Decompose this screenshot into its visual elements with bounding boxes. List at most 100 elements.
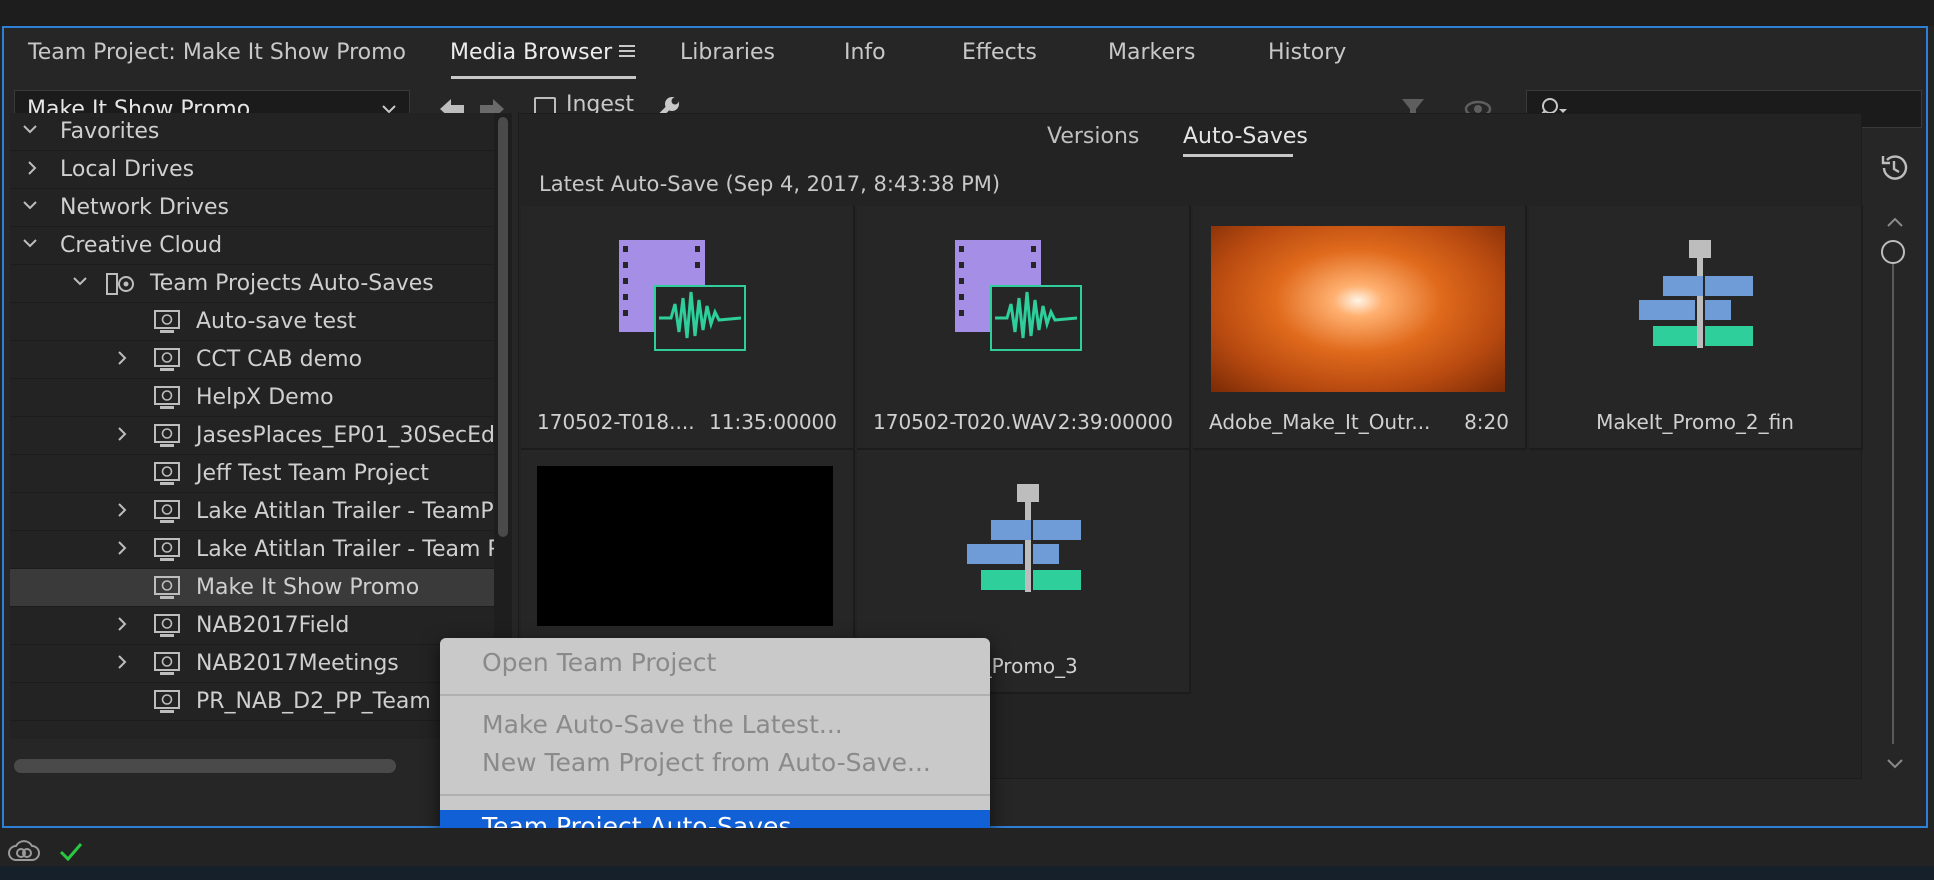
location-tree[interactable]: Favorites Local Drives Network Drives Cr… [10,113,494,739]
tree-label: Network Drives [60,195,229,220]
tab-effects[interactable]: Effects [962,40,1037,65]
chevron-down-icon[interactable] [22,193,38,225]
window-bottom-strip [0,866,1934,880]
tree-item-network-drives[interactable]: Network Drives [10,189,494,227]
creative-cloud-icon[interactable] [8,840,40,868]
tree-item-project[interactable]: Jeff Test Team Project [10,455,494,493]
team-project-folder-icon [106,272,134,295]
tree-item-project[interactable]: HelpX Demo [10,379,494,417]
item-duration: 8:20 [1464,410,1509,434]
tree-item-project[interactable]: PR_NAB_D2_PP_Team [10,683,494,721]
video-thumbnail [1211,226,1505,392]
tree-item-project[interactable]: NAB2017Meetings [10,645,494,683]
tree-label: NAB2017Meetings [196,651,399,676]
chevron-down-icon[interactable] [22,231,38,263]
sequence-icon [967,484,1083,598]
team-project-icon [154,424,180,447]
checkmark-icon [58,840,84,868]
tab-libraries[interactable]: Libraries [680,40,775,65]
context-menu: Open Team Project Make Auto-Save the Lat… [440,638,990,854]
zoom-slider-track[interactable] [1892,244,1894,744]
tree-label: Jeff Test Team Project [196,461,429,486]
item-duration: 11:35:00000 [709,410,837,434]
active-tab-indicator [451,76,636,79]
menu-item-make-auto-save-latest[interactable]: Make Auto-Save the Latest... [482,710,843,739]
chevron-right-icon[interactable] [114,497,130,529]
grid-item[interactable]: 170502-T018.... 11:35:00000 [521,206,855,450]
menu-separator [440,794,990,796]
chevron-right-icon[interactable] [114,421,130,453]
team-project-icon [154,576,180,599]
tab-auto-saves[interactable]: Auto-Saves [1183,124,1308,149]
panel-menu-icon[interactable] [618,42,636,64]
tree-label: HelpX Demo [196,385,334,410]
grid-item[interactable]: Adobe_Make_It_Outr... 8:20 [1193,206,1527,450]
chevron-down-icon[interactable] [72,269,88,301]
tree-item-local-drives[interactable]: Local Drives [10,151,494,189]
tab-versions[interactable]: Versions [1047,124,1139,149]
tree-label: CCT CAB demo [196,347,363,372]
team-project-icon [154,652,180,675]
chevron-right-icon[interactable] [114,611,130,643]
menu-separator [440,694,990,696]
tab-media-browser[interactable]: Media Browser [450,40,612,65]
item-duration: 2:39:00000 [1057,410,1173,434]
av-clip-icon [955,240,1085,356]
chevron-right-icon[interactable] [114,345,130,377]
tree-item-project-selected[interactable]: Make It Show Promo [10,569,494,607]
tree-item-favorites[interactable]: Favorites [10,113,494,151]
grid-item[interactable]: MakeIt_Promo_2_fin [1529,206,1863,450]
tree-label: Make It Show Promo [196,575,420,600]
chevron-right-icon[interactable] [114,649,130,681]
item-name: 170502-T020.WAV [873,410,1057,434]
menu-item-open-team-project[interactable]: Open Team Project [482,648,716,677]
tree-label: Favorites [60,119,160,144]
tree-label: Lake Atitlan Trailer - TeamProje [196,499,494,524]
chevron-right-icon[interactable] [24,155,40,187]
tree-label: Team Projects Auto-Saves [150,271,434,296]
tree-item-project[interactable]: Auto-save test [10,303,494,341]
team-project-icon [154,614,180,637]
team-project-icon [154,500,180,523]
chevron-down-icon[interactable] [1886,756,1904,775]
tree-item-project[interactable]: Lake Atitlan Trailer - TeamProje [10,493,494,531]
tree-label: PR_NAB_D2_PP_Team [196,689,431,714]
item-name: Adobe_Make_It_Outr... [1209,410,1431,434]
zoom-slider-handle[interactable] [1881,240,1905,264]
grid-item[interactable]: 170502-T020.WAV 2:39:00000 [857,206,1191,450]
team-project-icon [154,310,180,333]
menu-item-new-team-project-from-auto-save[interactable]: New Team Project from Auto-Save... [482,748,931,777]
tree-item-project[interactable]: JasesPlaces_EP01_30SecEdit_I [10,417,494,455]
tree-item-project[interactable]: CCT CAB demo [10,341,494,379]
latest-auto-save-label: Latest Auto-Save (Sep 4, 2017, 8:43:38 P… [539,172,1001,196]
av-clip-icon [619,240,749,356]
tree-label: Local Drives [60,157,195,182]
chevron-right-icon[interactable] [114,535,130,567]
chevron-up-icon[interactable] [1886,214,1904,233]
item-name: 170502-T018.... [537,410,695,434]
tree-horizontal-scrollbar[interactable] [14,759,396,773]
window-top-strip [0,0,1934,26]
tree-label: Lake Atitlan Trailer - Team Proje [196,537,494,562]
tab-info[interactable]: Info [844,40,886,65]
tree-label: Auto-save test [196,309,357,334]
item-name: MakeIt_Promo_2_fin [1596,410,1794,434]
tab-markers[interactable]: Markers [1108,40,1196,65]
tree-item-creative-cloud[interactable]: Creative Cloud [10,227,494,265]
project-title: Team Project: Make It Show Promo [28,40,407,65]
tab-history[interactable]: History [1268,40,1346,65]
team-project-icon [154,690,180,713]
scrollbar-thumb[interactable] [498,117,508,537]
sequence-icon [1639,240,1755,354]
tree-item-team-projects-auto-saves[interactable]: Team Projects Auto-Saves [10,265,494,303]
team-project-icon [154,462,180,485]
chevron-down-icon[interactable] [22,117,38,149]
tree-label: NAB2017Field [196,613,350,638]
tree-item-project[interactable]: NAB2017Field [10,607,494,645]
tree-item-project[interactable]: Lake Atitlan Trailer - Team Proje [10,531,494,569]
team-project-icon [154,348,180,371]
active-subtab-indicator [1183,154,1293,157]
history-clock-icon[interactable] [1878,152,1910,188]
black-thumbnail [537,466,833,626]
team-project-icon [154,538,180,561]
